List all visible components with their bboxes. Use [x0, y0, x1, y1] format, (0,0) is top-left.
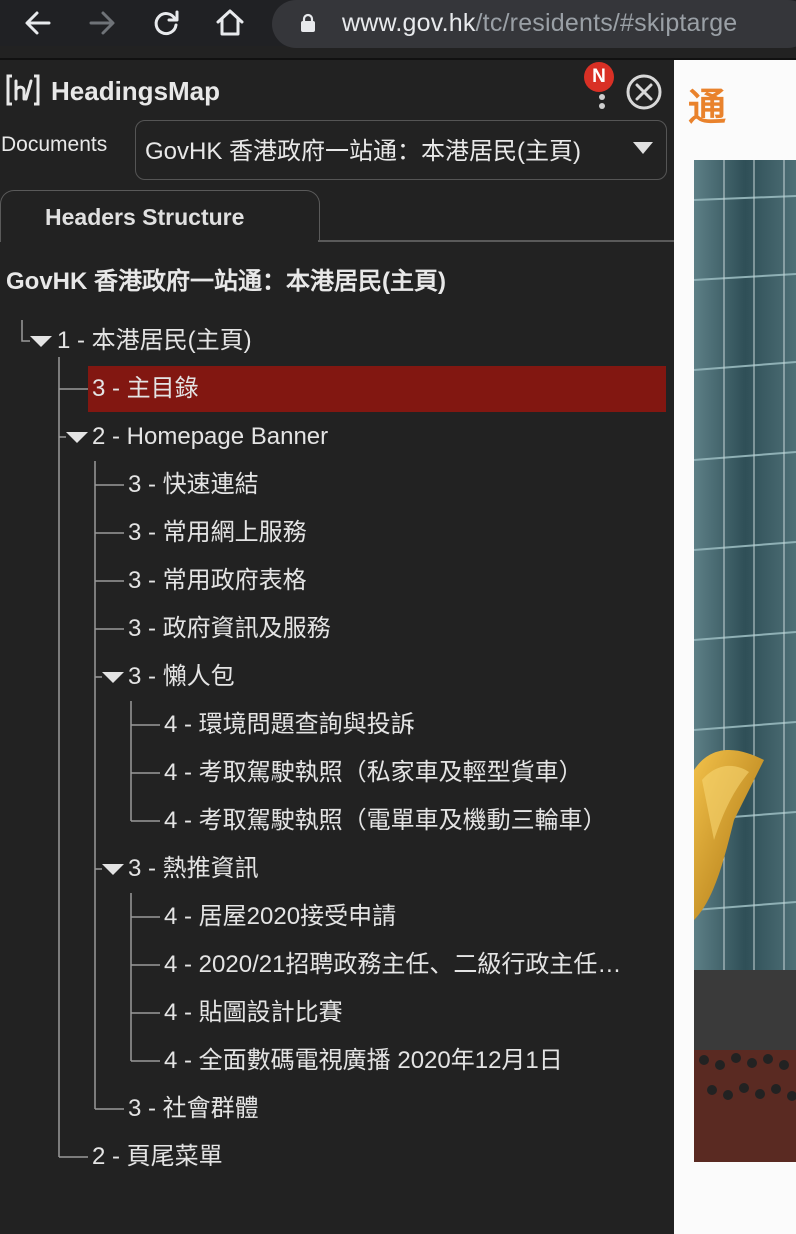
tree-item[interactable]: 4 - 居屋2020接受申請 — [164, 902, 396, 932]
tree-item[interactable]: 3 - 常用政府表格 — [128, 566, 307, 596]
tree-item[interactable]: 3 - 熱推資訊 — [128, 854, 259, 884]
tree-item[interactable]: 3 - 常用網上服務 — [128, 518, 307, 548]
tree-expand-triangle-icon — [102, 672, 124, 683]
tree-item[interactable]: 4 - 環境問題查詢與投訴 — [164, 710, 415, 740]
page-heading-fragment: 通 — [688, 87, 727, 129]
tree-item[interactable]: 2 - 頁尾菜單 — [92, 1142, 223, 1172]
tree-item[interactable]: 4 - 考取駕駛執照（電單車及機動三輪車） — [164, 806, 607, 836]
tree-item[interactable]: 4 - 貼圖設計比賽 — [164, 998, 343, 1028]
banner-photo — [694, 160, 796, 1162]
tree-item[interactable]: 3 - 快速連結 — [128, 470, 259, 500]
tree-item[interactable]: 3 - 政府資訊及服務 — [128, 614, 331, 644]
tree-expand-triangle-icon — [30, 336, 52, 347]
tree-item[interactable]: 4 - 2020/21招聘政務主任、二級行政主任… — [164, 950, 621, 980]
tree-item[interactable]: 4 - 考取駕駛執照（私家車及輕型貨車） — [164, 758, 583, 788]
tree-expand-triangle-icon — [66, 432, 88, 443]
tree-item[interactable]: 1 - 本港居民(主頁) — [57, 326, 252, 356]
tree-item-selected[interactable]: 3 - 主目錄 — [92, 374, 199, 404]
tree-expand-triangle-icon — [102, 864, 124, 875]
tree-item[interactable]: 4 - 全面數碼電視廣播 2020年12月1日 — [164, 1046, 563, 1076]
tree-item[interactable]: 3 - 社會群體 — [128, 1094, 259, 1124]
tree-item[interactable]: 3 - 懶人包 — [128, 662, 235, 692]
tree-item[interactable]: 2 - Homepage Banner — [92, 422, 328, 452]
